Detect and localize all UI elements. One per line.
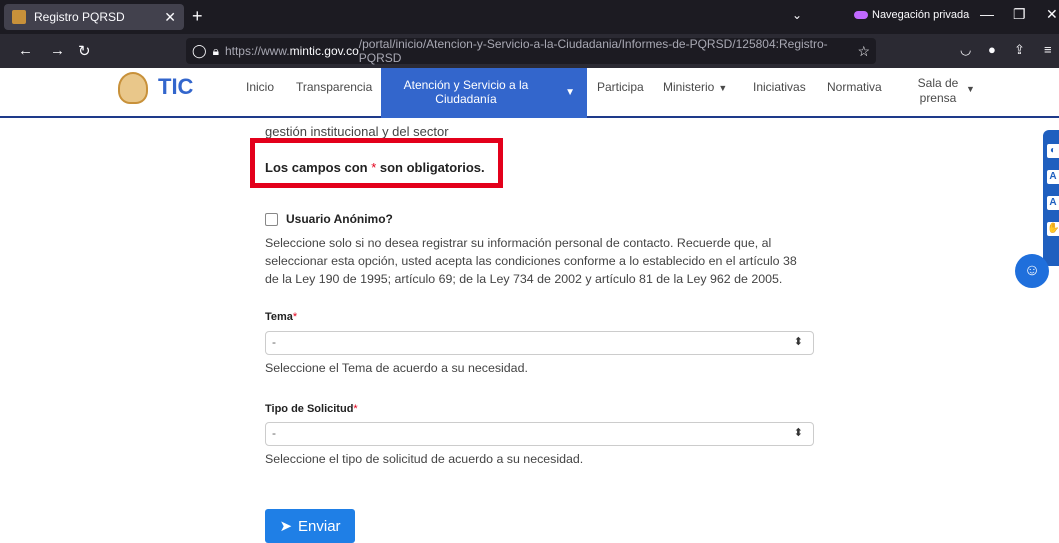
browser-tab-bar: Registro PQRSD ✕ + ⌄ Navegación privada … xyxy=(0,0,1059,34)
tipo-solicitud-select[interactable]: - ⬍ xyxy=(265,422,814,446)
tema-select[interactable]: - ⬍ xyxy=(265,331,814,355)
chevron-down-icon: ▼ xyxy=(565,87,575,98)
required-note-prefix: Los campos con xyxy=(265,160,368,175)
tracking-shield-icon[interactable]: ◯ xyxy=(192,43,207,59)
menu-icon[interactable]: ≡ xyxy=(1044,42,1052,57)
menu-atencion-label: Atención y Servicio a la Ciudadanía xyxy=(403,78,529,106)
tema-help: Seleccione el Tema de acuerdo a su neces… xyxy=(265,361,528,375)
coat-of-arms-logo[interactable] xyxy=(118,72,148,104)
menu-transparencia[interactable]: Transparencia xyxy=(296,80,372,94)
submit-button[interactable]: ➤ Enviar xyxy=(265,509,355,543)
select-arrows-icon: ⬍ xyxy=(793,336,803,348)
font-increase-icon[interactable]: A xyxy=(1047,170,1059,184)
tema-label: Tema* xyxy=(265,311,297,323)
private-browsing-indicator: Navegación privada xyxy=(854,9,969,21)
menu-participa[interactable]: Participa xyxy=(597,80,644,94)
accessibility-toolbar: ◐ A A ✋ xyxy=(1043,130,1059,266)
pocket-icon[interactable]: ◡ xyxy=(960,42,971,58)
share-icon[interactable]: ⇪ xyxy=(1014,42,1025,58)
chevron-down-icon: ▼ xyxy=(718,83,728,93)
required-asterisk: * xyxy=(371,160,377,175)
site-favicon-icon xyxy=(12,10,26,24)
chat-assistant-icon[interactable]: ☺ xyxy=(1015,254,1049,288)
private-mask-icon xyxy=(854,11,868,19)
minimize-icon[interactable]: — xyxy=(980,6,994,22)
url-domain: mintic.gov.co xyxy=(289,44,359,58)
bookmark-star-icon[interactable]: ☆ xyxy=(857,43,870,60)
tipo-select-value: - xyxy=(272,426,276,440)
anonymous-option[interactable]: Usuario Anónimo? xyxy=(265,212,393,226)
new-tab-icon[interactable]: + xyxy=(192,6,203,27)
tab-title: Registro PQRSD xyxy=(34,10,125,24)
forward-icon[interactable]: → xyxy=(50,42,65,59)
anonymous-description: Seleccione solo si no desea registrar su… xyxy=(265,236,797,286)
menu-iniciativas[interactable]: Iniciativas xyxy=(753,80,806,94)
anonymous-checkbox[interactable] xyxy=(265,212,278,226)
tab-close-icon[interactable]: ✕ xyxy=(164,9,176,26)
browser-tab[interactable]: Registro PQRSD ✕ xyxy=(4,4,184,30)
font-decrease-icon[interactable]: A xyxy=(1047,196,1059,210)
sign-language-icon[interactable]: ✋ xyxy=(1047,222,1059,236)
pqrsd-form: gestión institucional y del sector Los c… xyxy=(0,118,1059,543)
tema-label-text: Tema xyxy=(265,311,293,323)
private-label: Navegación privada xyxy=(872,9,970,21)
url-path: /portal/inicio/Atencion-y-Servicio-a-la-… xyxy=(358,37,828,65)
chevron-down-icon[interactable]: ▼ xyxy=(966,84,975,94)
required-fields-note: Los campos con * son obligatorios. xyxy=(265,160,485,175)
menu-ministerio[interactable]: Ministerio ▼ xyxy=(663,80,727,94)
truncated-text: gestión institucional y del sector xyxy=(265,124,449,139)
back-icon[interactable]: ← xyxy=(18,42,33,59)
select-arrows-icon: ⬍ xyxy=(793,427,803,439)
submit-label: Enviar xyxy=(298,517,341,535)
menu-atencion[interactable]: Atención y Servicio a la Ciudadanía ▼ xyxy=(381,68,587,118)
tic-logo-text[interactable]: TIC xyxy=(158,74,193,100)
menu-normativa[interactable]: Normativa xyxy=(827,80,882,94)
tipo-solicitud-label: Tipo de Solicitud* xyxy=(265,403,358,415)
restore-icon[interactable]: ❐ xyxy=(1013,6,1026,23)
required-asterisk: * xyxy=(292,311,298,323)
tipo-label-text: Tipo de Solicitud xyxy=(265,403,354,415)
required-asterisk: * xyxy=(353,403,358,415)
url-bar[interactable]: ◯ 🔒︎ https://www. mintic.gov.co /portal/… xyxy=(186,37,876,65)
reload-icon[interactable]: ↻ xyxy=(78,42,91,60)
extension-icon[interactable]: ● xyxy=(988,42,996,57)
site-header: TIC Inicio Transparencia Atención y Serv… xyxy=(0,68,1059,118)
list-tabs-icon[interactable]: ⌄ xyxy=(792,8,802,22)
menu-inicio[interactable]: Inicio xyxy=(246,80,274,94)
url-prefix: https://www. xyxy=(224,44,290,58)
required-note-suffix: son obligatorios. xyxy=(379,160,485,175)
anonymous-label[interactable]: Usuario Anónimo? xyxy=(286,212,393,226)
send-icon: ➤ xyxy=(279,518,293,535)
tipo-solicitud-help: Seleccione el tipo de solicitud de acuer… xyxy=(265,452,584,466)
menu-sala-prensa[interactable]: Sala de prensa xyxy=(916,76,960,106)
menu-ministerio-label: Ministerio xyxy=(663,80,715,94)
browser-navbar: ← → ↻ ◯ 🔒︎ https://www. mintic.gov.co /p… xyxy=(0,34,1059,68)
window-close-icon[interactable]: ✕ xyxy=(1046,6,1058,23)
contrast-icon[interactable]: ◐ xyxy=(1047,144,1059,158)
lock-icon[interactable]: 🔒︎ xyxy=(213,44,219,59)
tema-select-value: - xyxy=(272,335,276,349)
